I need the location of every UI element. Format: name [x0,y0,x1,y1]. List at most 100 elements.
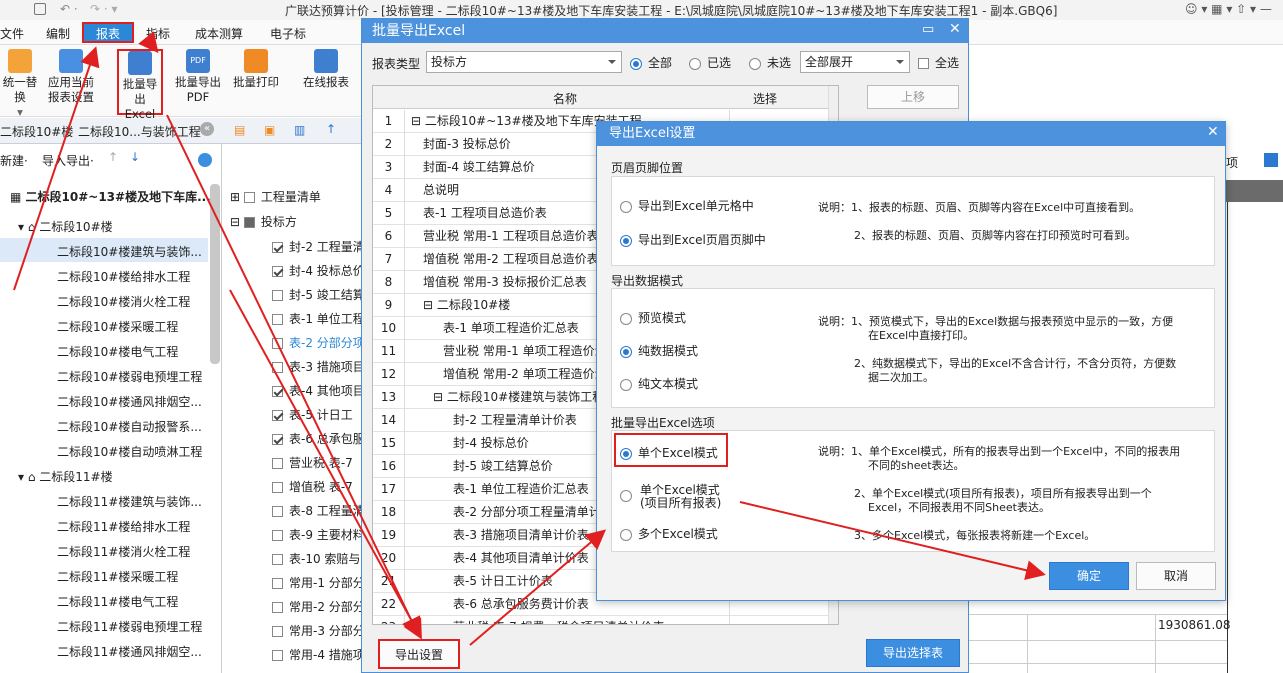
report-item[interactable]: 增值税 表-7 [272,478,353,495]
maximize-icon[interactable]: ▭ [922,22,934,37]
tree-item[interactable]: 二标段10#楼消火栓工程 [57,293,190,310]
tree-item[interactable]: 二标段11#楼采暖工程 [57,568,178,585]
option-pure-data-mode[interactable]: 纯数据模式 [620,342,698,359]
close-icon[interactable]: ✕ [949,21,961,37]
group-bidder[interactable]: ⊟ 投标方 [230,213,297,230]
tab-building10[interactable]: 二标段10#楼 [0,123,73,140]
report-type-select[interactable]: 投标方 [426,51,622,73]
tree-item[interactable]: 二标段11#楼通风排烟空... [57,643,202,660]
grid-row[interactable]: 23 营业税 表-7 规费、税金项目清单计价表 [373,616,838,624]
apply-report-settings-button[interactable]: 应用当前 报表设置 [44,49,98,105]
cancel-button[interactable]: 取消 [1136,562,1216,590]
tree-building10[interactable]: ▾ ⌂ 二标段10#楼 [18,218,113,235]
report-item[interactable]: 表-8 工程量清 [272,502,365,519]
checkbox[interactable] [272,482,283,493]
checkbox[interactable] [272,554,283,565]
new-dropdown[interactable]: 新建· [0,152,28,169]
checkbox[interactable] [272,434,283,445]
tree-item[interactable]: 二标段10#楼自动喷淋工程 [57,443,202,460]
expand-icon[interactable]: ⊟ [433,390,447,404]
tree-item[interactable]: 二标段11#楼电气工程 [57,593,178,610]
checkbox[interactable] [272,266,283,277]
radio[interactable] [749,57,761,70]
checkbox[interactable] [272,578,283,589]
checkbox[interactable] [272,242,283,253]
option-to-header-footer[interactable]: 导出到Excel页眉页脚中 [620,231,766,248]
tree-item[interactable]: 二标段11#楼弱电预埋工程 [57,618,202,635]
checkbox[interactable] [272,362,283,373]
option-preview-mode[interactable]: 预览模式 [620,309,686,326]
checkbox[interactable] [272,290,283,301]
info-icon[interactable] [198,153,212,167]
checkbox[interactable] [272,410,283,421]
up-arrow-icon[interactable]: ↑ [326,122,336,136]
filter-unselected[interactable]: 未选 [749,54,791,71]
checkbox[interactable] [272,626,283,637]
tree-root[interactable]: ▦ 二标段10#~13#楼及地下车库... [10,188,211,205]
tree-item[interactable]: 二标段11#楼给排水工程 [57,518,190,535]
report-item[interactable]: 常用-3 分部分 [272,622,365,639]
checkbox[interactable] [272,530,283,541]
tree-item[interactable]: 二标段10#楼给排水工程 [57,268,190,285]
save-icon[interactable] [34,3,46,15]
radio[interactable] [620,234,632,247]
online-report-button[interactable]: 在线报表 [300,49,352,90]
option-single-excel[interactable]: 单个Excel模式 [620,444,718,461]
checkbox[interactable] [272,506,283,517]
expand-icon[interactable]: ⊟ [423,298,437,312]
report-item[interactable]: 封-4 投标总价 [272,262,365,279]
batch-export-excel-button[interactable]: 批量导出 Excel [117,49,163,121]
tree-scrollbar[interactable] [210,184,220,364]
checkbox[interactable] [272,386,283,397]
batch-export-pdf-button[interactable]: PDF 批量导出 PDF [172,49,224,105]
checkbox[interactable] [243,192,255,203]
close-icon[interactable]: ✕ [1207,124,1219,140]
checkbox[interactable] [272,650,283,661]
checkbox[interactable] [272,338,283,349]
report-item[interactable]: 表-3 措施项目 [272,358,365,375]
filter-all[interactable]: 全部 [630,54,672,71]
option-multiple-excel[interactable]: 多个Excel模式 [620,525,718,542]
expand-select[interactable]: 全部展开 [800,51,910,73]
filter-selected[interactable]: 已选 [689,54,731,71]
tree-building11[interactable]: ▾ ⌂ 二标段11#楼 [18,468,113,485]
select-all-checkbox[interactable]: 全选 [918,54,959,71]
menu-file[interactable]: 文件 [0,25,24,42]
report-item[interactable]: 表-4 其他项目 [272,382,365,399]
checkbox[interactable] [918,58,929,69]
tree-item[interactable]: 二标段10#楼弱电预埋工程 [57,368,202,385]
report-item[interactable]: 表-10 索赔与 [272,550,360,567]
report-item[interactable]: 表-1 单位工程 [272,310,365,327]
select-cell[interactable] [729,616,730,624]
tree-item[interactable]: 二标段10#楼电气工程 [57,343,178,360]
report-item[interactable]: 表-5 计日工 [272,406,353,423]
batch-print-button[interactable]: 批量打印 [230,49,282,90]
menu-report[interactable]: 报表 [82,22,134,43]
tree-item[interactable]: 二标段10#楼采暖工程 [57,318,178,335]
move-up-button[interactable]: 上移 [867,85,959,109]
checkbox[interactable] [272,314,283,325]
collapse-icon[interactable]: « [200,122,214,136]
expand-icon[interactable]: ⊟ [411,114,425,128]
option-pure-text-mode[interactable]: 纯文本模式 [620,375,698,392]
tree-item[interactable]: 二标段11#楼消火栓工程 [57,543,190,560]
tab-building10-decoration[interactable]: 二标段10...与装饰工程 [78,123,201,140]
move-down-icon[interactable]: ↓ [130,150,140,164]
report-item[interactable]: 常用-1 分部分 [272,574,365,591]
export-settings-button[interactable]: 导出设置 [378,639,460,669]
add-report-icon[interactable]: ▤ [234,123,245,137]
radio[interactable] [620,378,632,391]
checkbox[interactable] [243,217,255,228]
redo-icon[interactable]: ↷ · ▾ [90,2,118,16]
undo-icon[interactable]: ↶ · [60,2,78,16]
report-item[interactable]: 常用-4 措施项 [272,646,365,663]
report-item[interactable]: 表-2 分部分项 [272,334,365,351]
move-up-icon[interactable]: ↑ [108,150,118,164]
radio[interactable] [620,447,632,460]
menu-cost[interactable]: 成本测算 [195,25,243,42]
option-to-cells[interactable]: 导出到Excel单元格中 [620,197,754,214]
tree-item[interactable]: 二标段10#楼建筑与装饰... [57,243,202,260]
menu-ebid[interactable]: 电子标 [270,25,306,42]
report-item[interactable]: 表-9 主要材料 [272,526,365,543]
tree-item[interactable]: 二标段11#楼建筑与装饰... [57,493,202,510]
